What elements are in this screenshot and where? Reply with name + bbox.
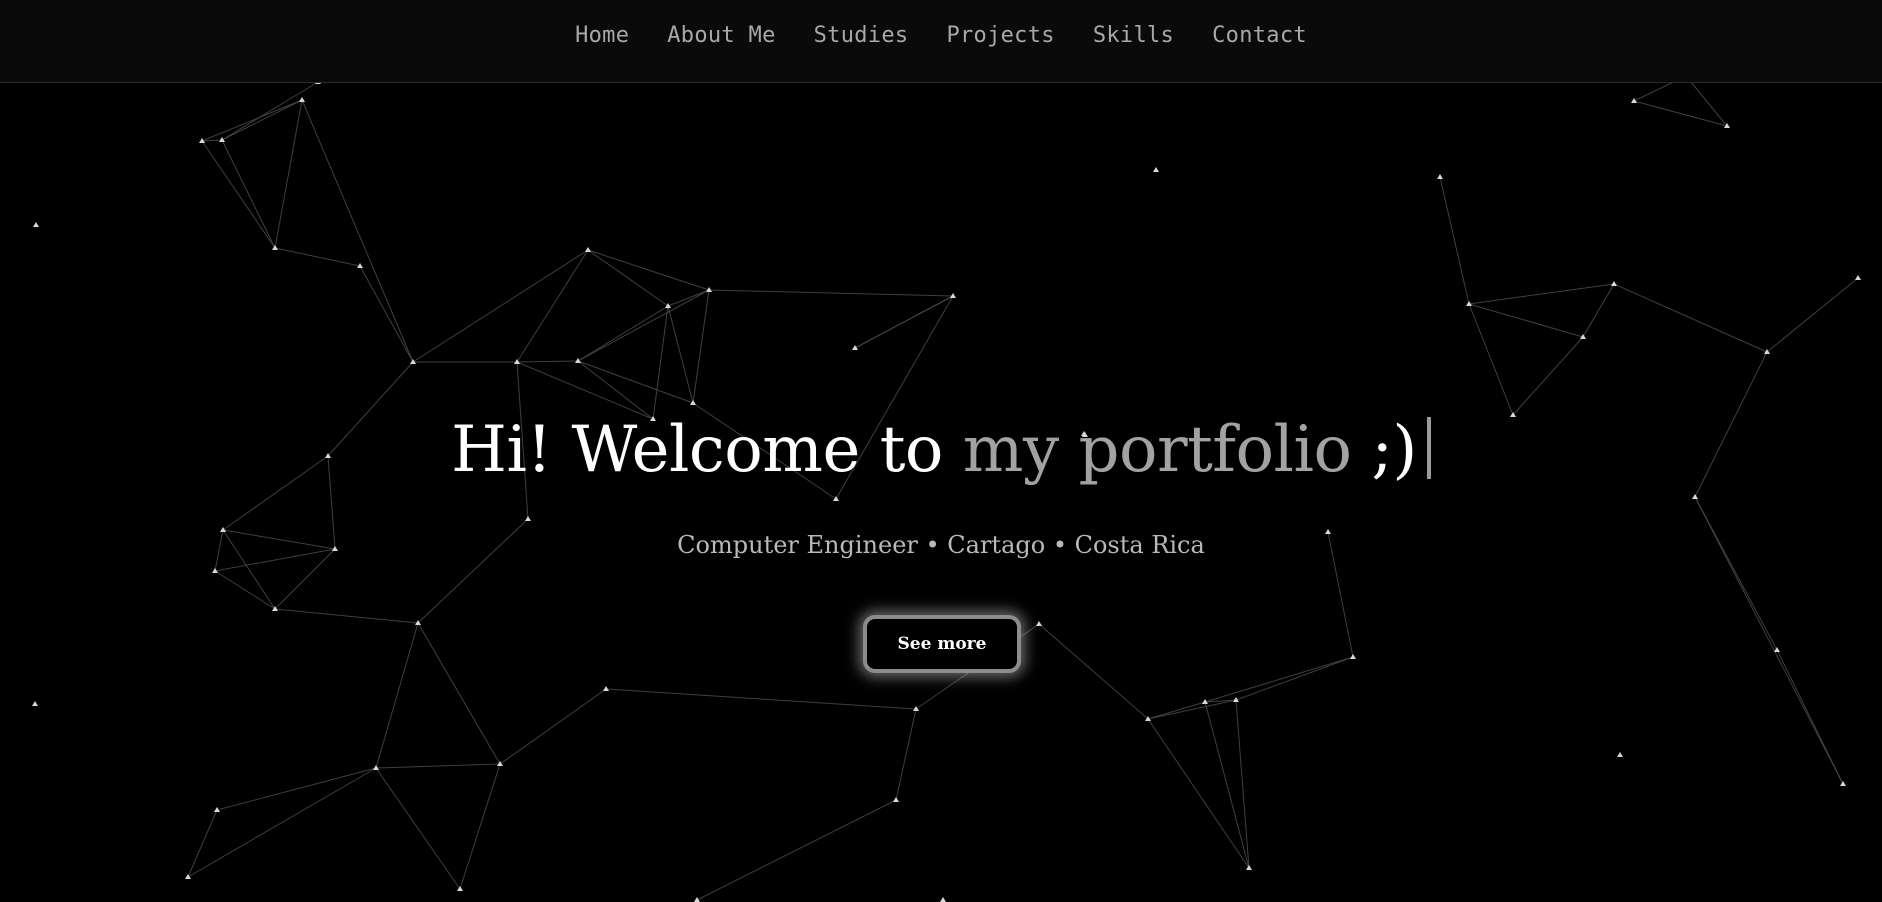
hero-section: Hi! Welcome to my portfolio ;) Computer … bbox=[0, 0, 1882, 902]
nav-studies-link[interactable]: Studies bbox=[814, 23, 909, 48]
nav-skills-link[interactable]: Skills bbox=[1093, 23, 1174, 48]
nav-projects-link[interactable]: Projects bbox=[946, 23, 1054, 48]
hero-title-accent: my portfolio bbox=[962, 413, 1352, 487]
hero-title-main: Hi! Welcome to bbox=[451, 413, 963, 487]
hero-subtitle: Computer Engineer • Cartago • Costa Rica bbox=[677, 531, 1205, 559]
typing-cursor bbox=[1426, 417, 1431, 479]
see-more-button[interactable]: See more bbox=[863, 615, 1021, 673]
top-navbar: Home About Me Studies Projects Skills Co… bbox=[0, 0, 1882, 83]
nav-home-link[interactable]: Home bbox=[575, 23, 629, 48]
nav-menu: Home About Me Studies Projects Skills Co… bbox=[575, 23, 1307, 48]
hero-title: Hi! Welcome to my portfolio ;) bbox=[0, 408, 1882, 492]
nav-contact-link[interactable]: Contact bbox=[1212, 23, 1307, 48]
nav-about-me-link[interactable]: About Me bbox=[667, 23, 775, 48]
hero-title-end: ;) bbox=[1351, 413, 1417, 487]
